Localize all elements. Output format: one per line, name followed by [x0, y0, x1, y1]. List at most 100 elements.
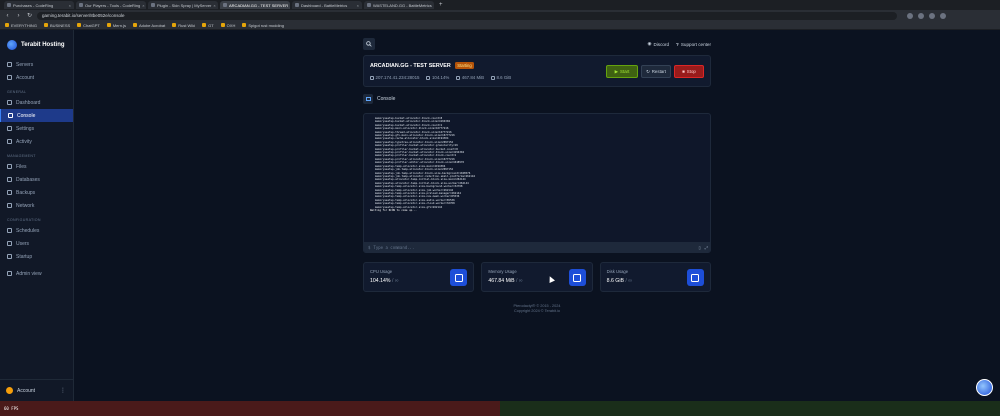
- reload-icon[interactable]: ↻: [26, 12, 33, 19]
- sidebar-item-console[interactable]: Console: [0, 109, 73, 122]
- search-icon: [366, 41, 372, 47]
- bookmark[interactable]: ChatGPT: [77, 23, 100, 28]
- server-meta: 207.174.41.234:28015 104.14% 467.84 MiB …: [370, 75, 511, 80]
- sidebar-item-servers[interactable]: Servers: [0, 58, 73, 71]
- topbar: ◉ Discord ? Support center: [363, 38, 711, 50]
- sidebar-item-databases[interactable]: Databases: [0, 173, 73, 186]
- gear-icon: [7, 126, 12, 131]
- memory-icon: [568, 269, 586, 286]
- bookmark[interactable]: Adobe Acrobat: [132, 23, 165, 28]
- sidebar-item-account[interactable]: Account: [0, 71, 73, 84]
- console-output: memoryssetup-bucket-allocator-block-coun…: [370, 117, 700, 212]
- sidebar: Terabit Hosting Servers Account General …: [0, 30, 74, 401]
- account-menu[interactable]: Account ⋮: [0, 379, 74, 401]
- chat-assistant-icon[interactable]: [976, 379, 993, 396]
- forward-icon[interactable]: ›: [15, 13, 22, 19]
- sidebar-section-title: Configuration: [7, 218, 41, 222]
- discord-link[interactable]: ◉ Discord: [647, 41, 669, 47]
- favicon-icon: [172, 23, 177, 27]
- copy-icon[interactable]: ▯: [699, 245, 701, 250]
- support-center-link[interactable]: ? Support center: [676, 41, 711, 47]
- new-tab-icon[interactable]: +: [436, 2, 446, 8]
- command-input[interactable]: Type a command...: [373, 245, 414, 250]
- favicon-icon: [367, 3, 371, 7]
- browser-tab[interactable]: Plugin - Skin Spray | MyServer ×: [148, 1, 218, 9]
- favicon-icon: [223, 3, 227, 7]
- address-bar[interactable]: gaming.terabit.io/server/8be052e/console: [37, 11, 897, 20]
- taskbar-right: [500, 401, 1000, 416]
- users-icon: [7, 241, 12, 246]
- bookmark[interactable]: Mern.js: [106, 23, 126, 28]
- extension-icon[interactable]: [918, 12, 924, 19]
- extension-icon[interactable]: [929, 12, 935, 19]
- cpu-icon: [426, 75, 431, 80]
- sidebar-item-activity[interactable]: Activity: [0, 135, 73, 148]
- browser-tab[interactable]: Our Players - Tools - CodeRing ×: [76, 1, 146, 9]
- brand[interactable]: Terabit Hosting: [0, 30, 73, 52]
- bookmark[interactable]: EVERYTHING: [5, 23, 37, 28]
- user-icon: [7, 75, 12, 80]
- sidebar-item-network[interactable]: Network: [0, 199, 73, 212]
- close-icon[interactable]: ×: [142, 3, 144, 8]
- bookmark[interactable]: OXH: [220, 23, 235, 28]
- search-button[interactable]: [363, 38, 375, 50]
- stop-button[interactable]: ■ Stop: [674, 65, 704, 78]
- stop-icon: ■: [682, 69, 685, 74]
- status-badge: Starting: [454, 62, 475, 69]
- expand-icon[interactable]: ⤢: [705, 245, 708, 250]
- browser-tab[interactable]: Dashboard - BattleMetrics ×: [292, 1, 362, 9]
- sidebar-item-files[interactable]: Files: [0, 160, 73, 173]
- sidebar-item-admin-view[interactable]: Admin view: [0, 267, 73, 280]
- server-ip[interactable]: 207.174.41.234:28015: [370, 75, 419, 80]
- avatar: [6, 387, 13, 394]
- browser-tab-active[interactable]: ARCADIAN.GG - TEST SERVER×: [220, 1, 290, 9]
- bookmark[interactable]: Rust Wiki: [172, 23, 195, 28]
- console-panel: memoryssetup-bucket-allocator-block-coun…: [363, 113, 711, 253]
- browser-tab[interactable]: WASTELAND.GG - BattleMetrics×: [364, 1, 434, 9]
- server-cpu: 104.14%: [426, 75, 449, 80]
- favicon-icon: [220, 23, 225, 27]
- bookmark[interactable]: GT: [202, 23, 214, 28]
- disk-usage-card: Disk Usage 8.6 GiB / ∞: [599, 262, 711, 292]
- console-controls: ▯ ⤢: [699, 245, 708, 250]
- sidebar-item-backups[interactable]: Backups: [0, 186, 73, 199]
- save-icon: [686, 269, 704, 286]
- sidebar-item-dashboard[interactable]: Dashboard: [0, 96, 73, 109]
- play-icon: [7, 254, 12, 259]
- close-icon[interactable]: ×: [69, 3, 71, 8]
- favicon-icon: [79, 3, 83, 7]
- memory-icon: [456, 75, 461, 80]
- back-icon[interactable]: ‹: [4, 13, 11, 19]
- sidebar-item-users[interactable]: Users: [0, 237, 73, 250]
- close-icon[interactable]: ×: [357, 3, 359, 8]
- sidebar-item-settings[interactable]: Settings: [0, 122, 73, 135]
- terminal-icon: [8, 113, 13, 118]
- bookmark[interactable]: BUSINESS: [43, 23, 70, 28]
- main-content: ◉ Discord ? Support center ARCADIAN.GG - T…: [74, 30, 1000, 401]
- favicon-icon: [151, 3, 155, 7]
- footer: Pterodactyl® © 2015 - 2024 Copyright 202…: [513, 304, 561, 313]
- terabit-logo-icon: [7, 40, 17, 50]
- restart-button[interactable]: ↻ Restart: [641, 65, 671, 78]
- browser-tab[interactable]: Purchases - CodeRing ×: [4, 1, 74, 9]
- prompt-symbol: $: [368, 244, 371, 250]
- memory-usage-card: Memory Usage 467.84 MiB / ∞: [481, 262, 593, 292]
- start-button[interactable]: ▶ Start: [606, 65, 638, 78]
- favicon-icon: [242, 23, 247, 27]
- sidebar-item-schedules[interactable]: Schedules: [0, 224, 73, 237]
- extension-icon[interactable]: [907, 12, 913, 19]
- sidebar-section-title: Management: [7, 154, 36, 158]
- profile-icon[interactable]: [940, 12, 946, 19]
- close-icon[interactable]: ×: [213, 3, 215, 8]
- more-options-icon[interactable]: ⋮: [60, 387, 66, 394]
- bookmark[interactable]: Spigot rust modding: [242, 23, 284, 28]
- sidebar-item-startup[interactable]: Startup: [0, 250, 73, 263]
- top-links: ◉ Discord ? Support center: [647, 41, 711, 47]
- discord-icon: ◉: [647, 41, 652, 46]
- taskbar: 60 FPS: [0, 401, 1000, 416]
- server-title: ARCADIAN.GG - TEST SERVER Starting: [370, 62, 475, 69]
- archive-icon: [7, 190, 12, 195]
- calendar-icon: [7, 228, 12, 233]
- admin-icon: [7, 271, 12, 276]
- server-memory: 467.84 MiB: [456, 75, 484, 80]
